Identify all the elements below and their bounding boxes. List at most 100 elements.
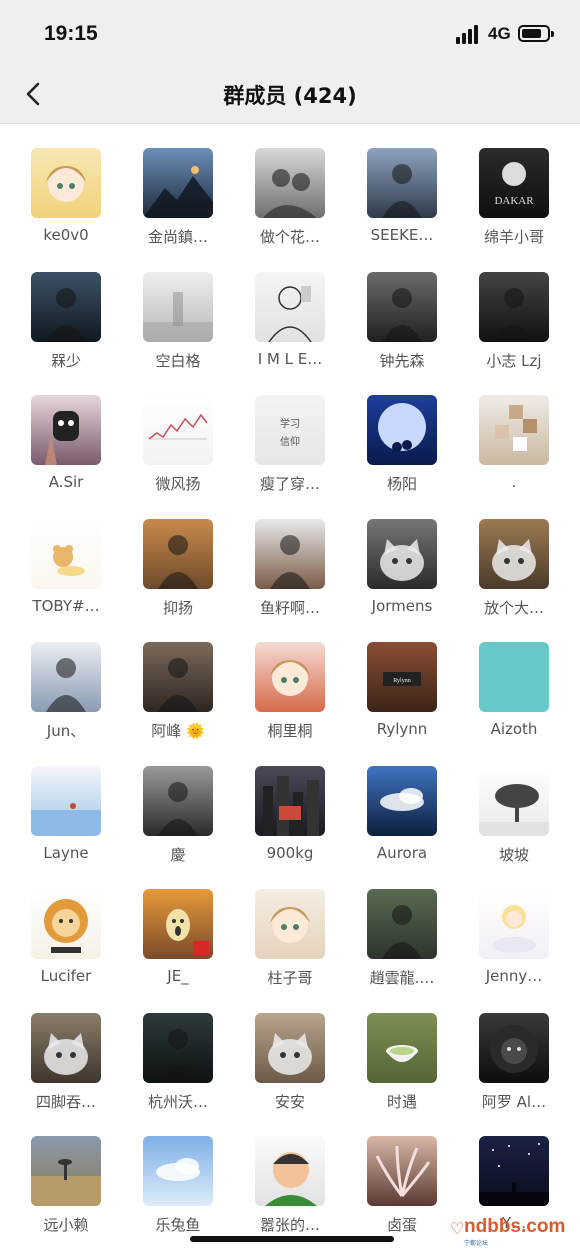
member-avatar[interactable]: [479, 271, 549, 342]
member-avatar[interactable]: [31, 765, 101, 836]
member-avatar[interactable]: [479, 642, 549, 712]
member-avatar[interactable]: [143, 642, 213, 712]
member-item[interactable]: 趙雲龍.…: [346, 881, 458, 1005]
home-indicator[interactable]: [190, 1236, 394, 1242]
member-item[interactable]: A.Sir: [10, 387, 122, 511]
member-avatar[interactable]: DAKAR: [479, 148, 549, 218]
member-avatar[interactable]: [143, 765, 213, 836]
member-item[interactable]: 槑少: [10, 264, 122, 388]
member-item[interactable]: Rylynn Rylynn: [346, 634, 458, 758]
member-item[interactable]: 时遇: [346, 1005, 458, 1129]
member-item[interactable]: SEEKE…: [346, 140, 458, 264]
member-avatar[interactable]: [255, 1012, 325, 1083]
member-name: I M L E…: [257, 349, 323, 368]
member-item[interactable]: 钟先森: [346, 264, 458, 388]
member-avatar[interactable]: [255, 1136, 325, 1206]
member-item[interactable]: 杨阳: [346, 387, 458, 511]
member-avatar[interactable]: [143, 395, 213, 465]
member-avatar[interactable]: [255, 271, 325, 342]
member-name: 槑少: [50, 351, 81, 370]
member-item[interactable]: Jormens: [346, 511, 458, 635]
member-item[interactable]: 卤蛋: [346, 1128, 458, 1252]
member-name: 时遇: [386, 1092, 417, 1111]
member-avatar[interactable]: [255, 518, 325, 589]
member-avatar[interactable]: [143, 148, 213, 218]
member-item[interactable]: Layne: [10, 758, 122, 882]
member-item[interactable]: 四脚吞…: [10, 1005, 122, 1129]
member-avatar[interactable]: [367, 395, 437, 465]
member-avatar[interactable]: [367, 518, 437, 589]
member-avatar[interactable]: [31, 642, 101, 712]
member-item[interactable]: 桐里桐: [234, 634, 346, 758]
member-avatar[interactable]: [31, 1012, 101, 1083]
member-avatar[interactable]: [143, 1136, 213, 1206]
member-avatar[interactable]: [479, 765, 549, 836]
member-avatar[interactable]: 学习 信仰: [255, 395, 325, 465]
member-item[interactable]: 安安: [234, 1005, 346, 1129]
member-name: 趙雲龍.…: [369, 969, 435, 987]
member-avatar[interactable]: [367, 1012, 437, 1083]
member-avatar[interactable]: [479, 518, 549, 589]
member-avatar[interactable]: [479, 889, 549, 959]
member-avatar[interactable]: [143, 1012, 213, 1083]
member-item[interactable]: 乐兔鱼: [122, 1128, 234, 1252]
member-name: 瘦了穿…: [259, 475, 320, 493]
member-avatar[interactable]: [367, 1136, 437, 1206]
member-name: Rylynn: [376, 720, 428, 738]
member-item[interactable]: 嚣张的…: [234, 1128, 346, 1252]
member-item[interactable]: Aizoth: [458, 634, 570, 758]
member-avatar[interactable]: [479, 1012, 549, 1083]
member-avatar[interactable]: [143, 271, 213, 342]
member-item[interactable]: 柱子哥: [234, 881, 346, 1005]
member-item[interactable]: TOBY#…: [10, 511, 122, 635]
member-item[interactable]: 金尚鎮…: [122, 140, 234, 264]
member-item[interactable]: 微风扬: [122, 387, 234, 511]
member-name: 嚣张的…: [259, 1216, 320, 1234]
member-avatar[interactable]: [367, 148, 437, 218]
member-item[interactable]: 学习 信仰瘦了穿…: [234, 387, 346, 511]
member-avatar[interactable]: [143, 518, 213, 589]
member-avatar[interactable]: [31, 518, 101, 589]
member-avatar[interactable]: [367, 889, 437, 959]
member-item[interactable]: 空白格: [122, 264, 234, 388]
member-item[interactable]: 远小赖: [10, 1128, 122, 1252]
member-item[interactable]: 杭州沃…: [122, 1005, 234, 1129]
member-avatar[interactable]: [367, 765, 437, 836]
member-item[interactable]: DAKAR 绵羊小哥: [458, 140, 570, 264]
member-item[interactable]: 阿罗 Al…: [458, 1005, 570, 1129]
member-item[interactable]: 做个花…: [234, 140, 346, 264]
member-item[interactable]: 抑扬: [122, 511, 234, 635]
member-item[interactable]: 放个大…: [458, 511, 570, 635]
member-avatar[interactable]: [31, 148, 101, 218]
member-item[interactable]: Lucifer: [10, 881, 122, 1005]
member-avatar[interactable]: [31, 395, 101, 465]
member-item[interactable]: JE_: [122, 881, 234, 1005]
status-bar: 19:15 4G: [0, 0, 580, 64]
member-avatar[interactable]: Rylynn: [367, 642, 437, 712]
member-item[interactable]: Jun、: [10, 634, 122, 758]
member-avatar[interactable]: [255, 148, 325, 218]
member-name: TOBY#…: [32, 596, 100, 615]
member-avatar[interactable]: [255, 765, 325, 836]
member-item[interactable]: I M L E…: [234, 264, 346, 388]
member-item[interactable]: ke0v0: [10, 140, 122, 264]
member-item[interactable]: 阿峰 🌞: [122, 634, 234, 758]
member-item[interactable]: 鱼籽啊…: [234, 511, 346, 635]
member-avatar[interactable]: [31, 271, 101, 342]
member-avatar[interactable]: [255, 642, 325, 712]
member-item[interactable]: Jenny…: [458, 881, 570, 1005]
member-avatar[interactable]: [479, 395, 549, 465]
member-avatar[interactable]: [31, 889, 101, 959]
member-name: Lucifer: [40, 967, 92, 985]
member-avatar[interactable]: [143, 889, 213, 959]
member-avatar[interactable]: [31, 1136, 101, 1206]
member-item[interactable]: Aurora: [346, 758, 458, 882]
member-item[interactable]: .: [458, 387, 570, 511]
member-item[interactable]: 慶: [122, 758, 234, 882]
member-item[interactable]: 900kg: [234, 758, 346, 882]
member-item[interactable]: 坡坡: [458, 758, 570, 882]
member-item[interactable]: 小志 Lzj: [458, 264, 570, 388]
member-avatar[interactable]: [479, 1136, 549, 1206]
member-avatar[interactable]: [367, 271, 437, 342]
member-avatar[interactable]: [255, 889, 325, 959]
